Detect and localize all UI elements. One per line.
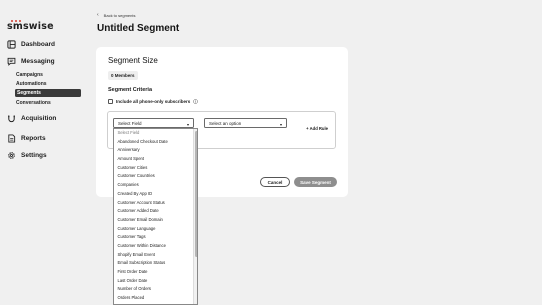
dropdown-option[interactable]: Amount Spent xyxy=(114,155,197,164)
chevron-left-icon: ‹ xyxy=(97,12,99,18)
sidebar-item-segments[interactable]: Segments xyxy=(15,89,81,97)
dropdown-option[interactable]: Companies xyxy=(114,181,197,190)
nav-reports-label: Reports xyxy=(21,135,46,142)
sidebar-item-automations[interactable]: Automations xyxy=(16,81,47,87)
dropdown-option[interactable]: Customer Countries xyxy=(114,172,197,181)
nav-dashboard[interactable]: Dashboard xyxy=(7,40,55,49)
gear-icon xyxy=(8,152,15,159)
nav-settings[interactable]: Settings xyxy=(7,151,47,160)
field-dropdown-list[interactable]: Select Field Abandoned Checkout Date Anniv… xyxy=(113,128,198,305)
dropdown-option[interactable]: Email Subscription Status xyxy=(114,259,197,268)
dropdown-option[interactable]: Customer Account Status xyxy=(114,199,197,208)
cancel-button[interactable]: Cancel xyxy=(260,177,290,187)
dropdown-option[interactable]: Anniversary xyxy=(114,146,197,155)
members-badge: 0 Members xyxy=(108,71,138,80)
caret-down-icon: ▾ xyxy=(279,121,282,127)
logo[interactable]: smswise xyxy=(7,21,54,32)
nav-settings-label: Settings xyxy=(21,152,47,159)
nav-acquisition[interactable]: Acquisition xyxy=(7,114,56,123)
dropdown-option-placeholder[interactable]: Select Field xyxy=(114,129,197,138)
dashboard-icon xyxy=(7,40,16,49)
back-to-segments-link[interactable]: ‹ Back to segments xyxy=(97,12,135,18)
dropdown-option[interactable]: Customer Within Distance xyxy=(114,242,197,251)
page-title: Untitled Segment xyxy=(97,23,180,34)
phone-only-label: Include all phone-only subscribers xyxy=(116,99,191,104)
dropdown-option[interactable]: Customer Added Date xyxy=(114,207,197,216)
sidebar-item-campaigns[interactable]: Campaigns xyxy=(16,72,43,78)
dropdown-option[interactable]: Customer Cities xyxy=(114,164,197,173)
dropdown-option[interactable]: Abandoned Checkout Date xyxy=(114,138,197,147)
field-select-value: Select Field xyxy=(118,120,142,126)
phone-only-checkbox[interactable] xyxy=(108,99,113,104)
dropdown-option[interactable]: Shopify Email Event xyxy=(114,251,197,260)
back-link-label: Back to segments xyxy=(103,12,136,18)
dropdown-option[interactable]: Customer Email Domain xyxy=(114,216,197,225)
segment-size-title: Segment Size xyxy=(108,56,158,65)
chat-icon xyxy=(7,57,16,66)
dropdown-option[interactable]: Last Order Date xyxy=(114,277,197,286)
dropdown-option[interactable]: Customer Tags xyxy=(114,233,197,242)
dropdown-option[interactable]: Customer Language xyxy=(114,225,197,234)
nav-messaging[interactable]: Messaging xyxy=(7,57,55,66)
nav-reports[interactable]: Reports xyxy=(7,134,46,143)
add-rule-button[interactable]: + Add Rule xyxy=(306,126,328,131)
save-segment-button[interactable]: Save Segment xyxy=(294,177,337,187)
sidebar-item-segments-label: Segments xyxy=(17,90,41,96)
dropdown-options: Select Field Abandoned Checkout Date Anniv… xyxy=(114,129,197,303)
document-icon xyxy=(8,134,16,143)
info-icon[interactable] xyxy=(193,99,199,104)
segment-criteria-title: Segment Criteria xyxy=(108,87,153,93)
caret-down-icon: ▾ xyxy=(186,121,189,127)
option-select[interactable]: Select an option ▾ xyxy=(204,118,287,128)
dropdown-option[interactable]: First Order Date xyxy=(114,268,197,277)
dropdown-option[interactable]: Created By App ID xyxy=(114,190,197,199)
nav-dashboard-label: Dashboard xyxy=(21,41,55,48)
nav-messaging-label: Messaging xyxy=(21,58,55,65)
nav-acquisition-label: Acquisition xyxy=(21,115,57,122)
sidebar-item-conversations[interactable]: Conversations xyxy=(16,100,51,106)
sidebar: smswise Dashboard Messaging Campaigns Au… xyxy=(0,0,88,305)
dropdown-option[interactable]: Orders Placed xyxy=(114,294,197,303)
dropdown-scrollbar[interactable] xyxy=(193,129,197,304)
dropdown-option[interactable]: Number of Orders xyxy=(114,285,197,294)
field-select[interactable]: Select Field ▾ xyxy=(113,118,194,128)
phone-only-option[interactable]: Include all phone-only subscribers xyxy=(108,99,199,104)
dropdown-scroll-thumb[interactable] xyxy=(194,131,197,257)
option-select-value: Select an option xyxy=(209,120,242,126)
magnet-icon xyxy=(8,115,15,123)
